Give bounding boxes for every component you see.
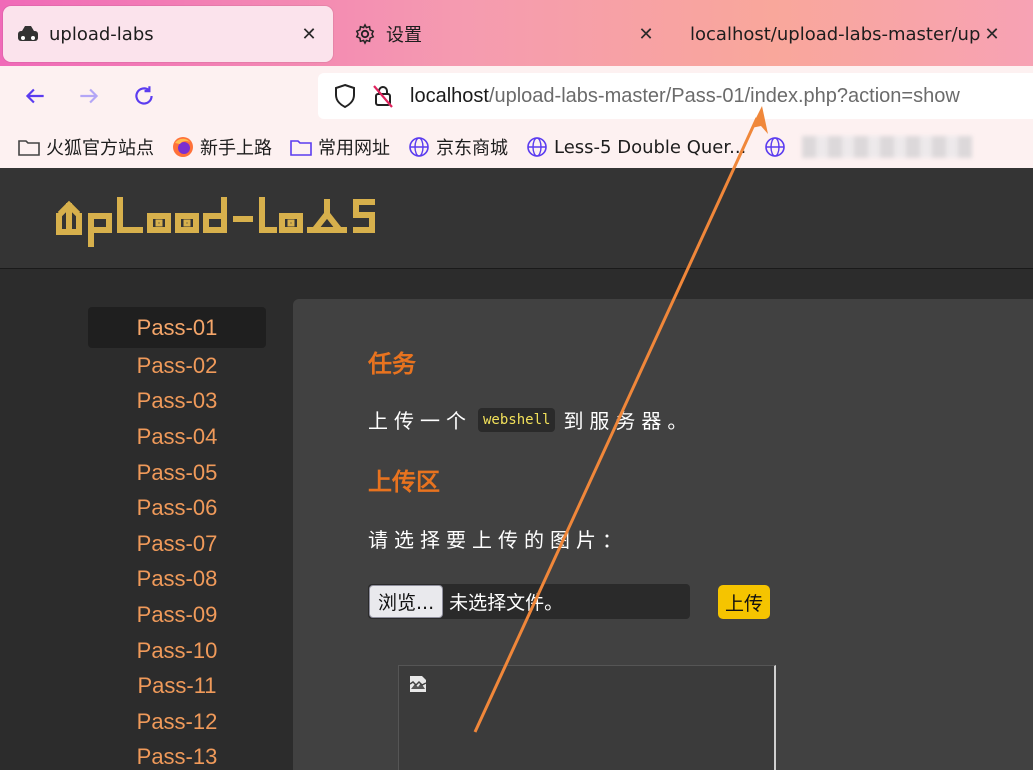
sidebar-item-pass-10[interactable]: Pass-10 [88,633,266,669]
uploaded-image-preview [398,665,776,770]
tab-upload-labs[interactable]: upload-labs ✕ [3,6,333,62]
upload-heading: 上传区 [368,468,440,496]
globe-icon [408,136,430,158]
bookmark-firefox-official[interactable]: 火狐官方站点 [18,134,154,160]
arrow-left-icon [25,88,44,104]
sidebar-item-pass-12[interactable]: Pass-12 [88,704,266,740]
car-icon [17,24,39,44]
address-bar[interactable]: localhost/upload-labs-master/Pass-01/ind… [318,73,1033,119]
arrow-right-icon [80,88,99,104]
no-file-label: 未选择文件。 [449,592,564,614]
tab-localhost[interactable]: localhost/upload-labs-master/up ✕ [678,6,1008,62]
tab-settings[interactable]: 设置 ✕ [340,6,670,62]
close-icon[interactable]: ✕ [297,22,321,46]
tab-title: localhost/upload-labs-master/up [690,23,980,45]
sidebar-item-pass-09[interactable]: Pass-09 [88,597,266,633]
insecure-lock-icon[interactable] [368,83,398,109]
tab-title: upload-labs [49,23,154,45]
file-input[interactable]: 浏览... 未选择文件。 [368,584,690,619]
reload-icon [135,86,153,105]
bookmark-label: 火狐官方站点 [46,138,154,159]
upload-labs-logo[interactable] [54,186,399,252]
bookmark-common-sites[interactable]: 常用网址 [290,134,390,160]
folder-icon [290,136,312,158]
sidebar-item-pass-04[interactable]: Pass-04 [88,419,266,455]
sidebar-item-pass-05[interactable]: Pass-05 [88,455,266,491]
close-icon[interactable]: ✕ [980,22,1004,46]
bookmark-label: 常用网址 [318,138,390,159]
bookmark-label: 京东商城 [436,138,508,159]
pass-sidebar: Pass-01 Pass-02 Pass-03 Pass-04 Pass-05 Pass-… [88,307,266,770]
tab-bar: upload-labs ✕ 设置 ✕ localhost/upload-labs… [0,0,1033,66]
close-icon[interactable]: ✕ [634,22,658,46]
bookmark-jd[interactable]: 京东商城 [408,134,508,160]
back-button[interactable] [18,79,52,113]
url-host: localhost [410,84,489,107]
shield-icon[interactable] [330,83,360,109]
sidebar-item-pass-07[interactable]: Pass-07 [88,526,266,562]
sidebar-item-pass-13[interactable]: Pass-13 [88,740,266,770]
blurred-bookmark-label [802,136,973,158]
webshell-code: webshell [478,407,556,432]
sidebar-item-pass-02[interactable]: Pass-02 [88,348,266,384]
sidebar-item-pass-08[interactable]: Pass-08 [88,562,266,598]
folder-icon [18,136,40,158]
sidebar-item-pass-06[interactable]: Pass-06 [88,490,266,526]
sidebar-item-pass-03[interactable]: Pass-03 [88,384,266,420]
gear-icon [354,23,376,45]
url-text: localhost/upload-labs-master/Pass-01/ind… [410,85,960,108]
url-path: /upload-labs-master/Pass-01/index.php?ac… [488,84,960,107]
firefox-icon [172,136,194,158]
task-heading: 任务 [368,350,416,378]
task-text-after: 到服务器。 [563,409,694,433]
main-panel: 任务 上传一个 webshell 到服务器。 上传区 请选择要上传的图片： 浏览… [293,299,1033,770]
sidebar-item-pass-01[interactable]: Pass-01 [88,307,266,348]
page-content: Pass-01 Pass-02 Pass-03 Pass-04 Pass-05 Pass-… [0,268,1033,770]
forward-button[interactable] [72,79,106,113]
bookmark-label: 新手上路 [200,138,272,159]
upload-button[interactable]: 上传 [718,585,770,619]
bookmark-getting-started[interactable]: 新手上路 [172,134,272,160]
globe-icon [526,136,548,158]
bookmark-label: Less-5 Double Quer... [554,136,747,158]
sidebar-item-pass-11[interactable]: Pass-11 [88,668,266,704]
navigation-bar: localhost/upload-labs-master/Pass-01/ind… [0,66,1033,126]
bookmark-redacted[interactable] [764,136,973,158]
reload-button[interactable] [127,79,161,113]
broken-image-icon [408,674,428,698]
bookmark-less-5[interactable]: Less-5 Double Quer... [526,136,746,158]
site-header [0,168,1033,268]
globe-icon [764,136,786,158]
browse-button[interactable]: 浏览... [369,585,444,618]
task-text-before: 上传一个 [368,409,472,433]
tab-title: 设置 [386,25,422,46]
bookmarks-toolbar: 火狐官方站点 新手上路 常用网址 京东商城 Less-5 Double Quer… [0,126,1033,168]
task-description: 上传一个 webshell 到服务器。 [368,405,693,434]
upload-prompt: 请选择要上传的图片： [368,528,628,552]
